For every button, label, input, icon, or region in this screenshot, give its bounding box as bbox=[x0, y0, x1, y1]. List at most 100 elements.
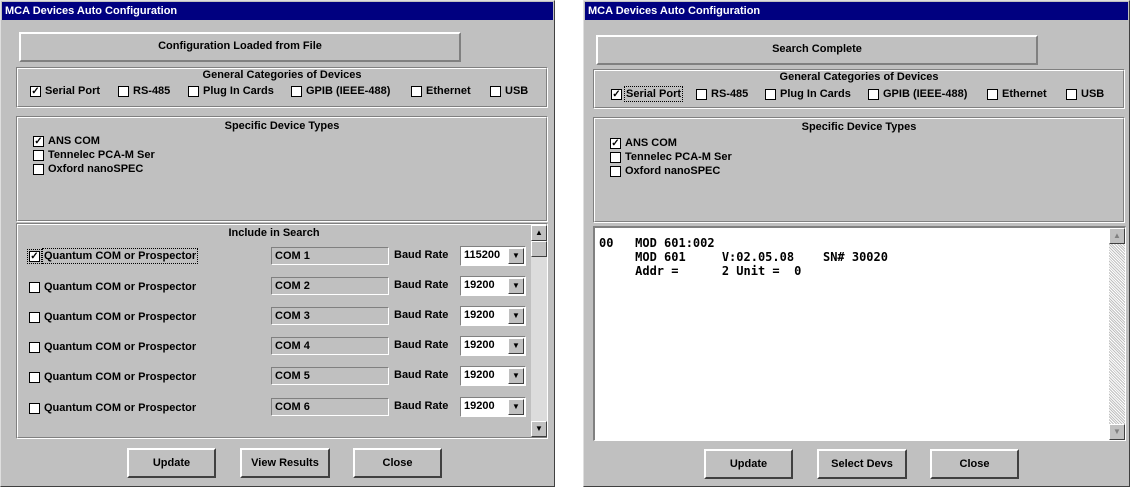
chevron-down-icon[interactable]: ▼ bbox=[508, 308, 524, 324]
right-close-button[interactable]: Close bbox=[930, 449, 1019, 479]
checkbox-label: ANS COM bbox=[48, 135, 100, 147]
left-general-categories-panel: General Categories of Devices ✓ Serial P… bbox=[16, 67, 548, 108]
button-label: Select Devs bbox=[831, 458, 893, 470]
chevron-down-icon[interactable]: ▼ bbox=[508, 399, 524, 415]
results-scrollbar[interactable]: ▲ ▼ bbox=[1109, 228, 1125, 440]
scroll-up-icon[interactable]: ▲ bbox=[531, 225, 547, 241]
com-port-field-2: COM 2 bbox=[271, 277, 389, 295]
left-plug-in-cards-checkbox[interactable]: Plug In Cards bbox=[188, 85, 274, 97]
checkbox-label: Oxford nanoSPEC bbox=[48, 163, 144, 175]
left-close-button[interactable]: Close bbox=[353, 448, 442, 478]
checkbox-label: Ethernet bbox=[426, 85, 471, 97]
right-usb-checkbox[interactable]: USB bbox=[1066, 88, 1104, 100]
button-label: Close bbox=[959, 458, 990, 470]
checkbox-label: Quantum COM or Prospector bbox=[44, 311, 197, 323]
baud-label: Baud Rate bbox=[394, 339, 449, 351]
baud-select-6[interactable]: 19200 ▼ bbox=[460, 397, 526, 417]
search-row-6-checkbox[interactable]: Quantum COM or Prospector bbox=[29, 402, 196, 414]
left-tennelec-checkbox[interactable]: Tennelec PCA-M Ser bbox=[33, 149, 155, 161]
right-specific-title: Specific Device Types bbox=[801, 121, 917, 133]
baud-select-1[interactable]: 115200 ▼ bbox=[460, 246, 526, 266]
baud-value: 19200 bbox=[464, 369, 495, 381]
empty-box-icon bbox=[987, 88, 998, 100]
empty-box-icon bbox=[33, 163, 44, 175]
right-plug-in-cards-checkbox[interactable]: Plug In Cards bbox=[765, 88, 851, 100]
button-label: Close bbox=[382, 457, 413, 469]
baud-value: 115200 bbox=[464, 249, 501, 261]
checkbox-label: USB bbox=[505, 85, 529, 97]
search-row-4-checkbox[interactable]: Quantum COM or Prospector bbox=[29, 341, 196, 353]
right-ans-com-checkbox[interactable]: ✓ ANS COM bbox=[610, 137, 677, 149]
left-include-search-panel: Include in Search ✓ Quantum COM or Prosp… bbox=[16, 223, 548, 439]
button-label: View Results bbox=[251, 457, 319, 469]
empty-box-icon bbox=[1066, 88, 1077, 100]
result-line-1: 00 MOD 601:002 bbox=[599, 236, 715, 250]
left-title-bar: MCA Devices Auto Configuration bbox=[2, 2, 553, 20]
checkbox-label: RS-485 bbox=[133, 85, 171, 97]
left-oxford-checkbox[interactable]: Oxford nanoSPEC bbox=[33, 163, 143, 175]
baud-label: Baud Rate bbox=[394, 400, 449, 412]
button-label: Update bbox=[152, 457, 191, 469]
right-status-text: Search Complete bbox=[772, 43, 862, 55]
empty-box-icon bbox=[188, 85, 199, 97]
view-results-button[interactable]: View Results bbox=[240, 448, 330, 478]
scroll-down-icon[interactable]: ▼ bbox=[1109, 424, 1125, 440]
check-icon: ✓ bbox=[33, 135, 44, 147]
checkbox-label: Plug In Cards bbox=[780, 88, 851, 100]
checkbox-label: ANS COM bbox=[625, 137, 677, 149]
empty-box-icon bbox=[29, 402, 40, 414]
search-scrollbar[interactable]: ▲ ▼ bbox=[531, 225, 547, 437]
chevron-down-icon[interactable]: ▼ bbox=[508, 338, 524, 354]
right-serial-port-checkbox[interactable]: ✓ Serial Port bbox=[611, 86, 684, 102]
right-rs485-checkbox[interactable]: RS-485 bbox=[696, 88, 748, 100]
right-specific-devices-panel: Specific Device Types ✓ ANS COM Tennelec… bbox=[593, 117, 1125, 223]
left-serial-port-checkbox[interactable]: ✓ Serial Port bbox=[30, 85, 100, 97]
check-icon: ✓ bbox=[610, 137, 621, 149]
left-update-button[interactable]: Update bbox=[127, 448, 216, 478]
result-line-3: Addr = 2 Unit = 0 bbox=[599, 264, 802, 278]
chevron-down-icon[interactable]: ▼ bbox=[508, 278, 524, 294]
checkbox-label: USB bbox=[1081, 88, 1105, 100]
left-ans-com-checkbox[interactable]: ✓ ANS COM bbox=[33, 135, 100, 147]
search-results-area[interactable]: 00 MOD 601:002 MOD 601 V:02.05.08 SN# 30… bbox=[593, 226, 1126, 441]
baud-select-2[interactable]: 19200 ▼ bbox=[460, 276, 526, 296]
right-general-categories-panel: General Categories of Devices ✓ Serial P… bbox=[593, 69, 1125, 109]
empty-box-icon bbox=[29, 311, 40, 323]
right-status-field: Search Complete bbox=[596, 35, 1038, 65]
checkbox-label: Quantum COM or Prospector bbox=[44, 341, 197, 353]
baud-value: 19200 bbox=[464, 400, 495, 412]
right-tennelec-checkbox[interactable]: Tennelec PCA-M Ser bbox=[610, 151, 732, 163]
com-port-field-1: COM 1 bbox=[271, 247, 389, 265]
right-oxford-checkbox[interactable]: Oxford nanoSPEC bbox=[610, 165, 720, 177]
checkbox-label: Tennelec PCA-M Ser bbox=[625, 151, 732, 163]
chevron-down-icon[interactable]: ▼ bbox=[508, 248, 524, 264]
left-specific-title: Specific Device Types bbox=[224, 120, 340, 132]
baud-select-3[interactable]: 19200 ▼ bbox=[460, 306, 526, 326]
select-devs-button[interactable]: Select Devs bbox=[817, 449, 907, 479]
scroll-thumb[interactable] bbox=[531, 241, 547, 257]
search-row-3-checkbox[interactable]: Quantum COM or Prospector bbox=[29, 311, 196, 323]
empty-box-icon bbox=[29, 341, 40, 353]
search-row-2-checkbox[interactable]: Quantum COM or Prospector bbox=[29, 281, 196, 293]
right-gpib-checkbox[interactable]: GPIB (IEEE-488) bbox=[868, 88, 967, 100]
left-usb-checkbox[interactable]: USB bbox=[490, 85, 528, 97]
scroll-down-icon[interactable]: ▼ bbox=[531, 421, 547, 437]
left-gpib-checkbox[interactable]: GPIB (IEEE-488) bbox=[291, 85, 390, 97]
scroll-up-icon[interactable]: ▲ bbox=[1109, 228, 1125, 244]
search-row-5-checkbox[interactable]: Quantum COM or Prospector bbox=[29, 371, 196, 383]
left-window-title: MCA Devices Auto Configuration bbox=[5, 5, 178, 17]
right-update-button[interactable]: Update bbox=[704, 449, 793, 479]
baud-select-5[interactable]: 19200 ▼ bbox=[460, 366, 526, 386]
right-window: MCA Devices Auto Configuration Search Co… bbox=[583, 0, 1130, 487]
left-rs485-checkbox[interactable]: RS-485 bbox=[118, 85, 170, 97]
baud-label: Baud Rate bbox=[394, 309, 449, 321]
search-row-1-checkbox[interactable]: ✓ Quantum COM or Prospector bbox=[27, 248, 199, 264]
left-ethernet-checkbox[interactable]: Ethernet bbox=[411, 85, 471, 97]
baud-select-4[interactable]: 19200 ▼ bbox=[460, 336, 526, 356]
right-ethernet-checkbox[interactable]: Ethernet bbox=[987, 88, 1047, 100]
empty-box-icon bbox=[490, 85, 501, 97]
checkbox-label: Oxford nanoSPEC bbox=[625, 165, 721, 177]
com-port-field-5: COM 5 bbox=[271, 367, 389, 385]
checkbox-label: Plug In Cards bbox=[203, 85, 274, 97]
chevron-down-icon[interactable]: ▼ bbox=[508, 368, 524, 384]
